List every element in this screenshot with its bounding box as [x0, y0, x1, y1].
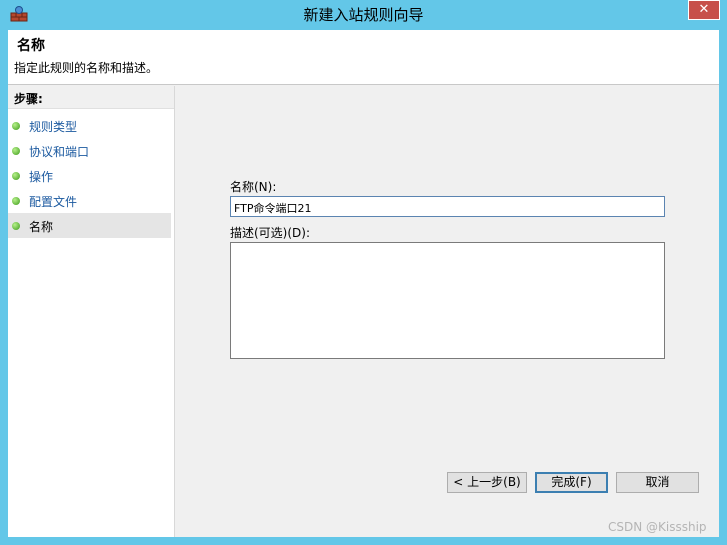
step-status-icon — [12, 197, 20, 205]
steps-title: 步骤: — [14, 92, 43, 106]
step-name[interactable]: 名称 — [8, 213, 171, 238]
name-input-value: FTP命令端口21 — [234, 202, 312, 215]
step-status-icon — [12, 122, 20, 130]
step-label: 配置文件 — [29, 195, 78, 209]
step-rule-type[interactable]: 规则类型 — [8, 113, 171, 138]
step-label: 协议和端口 — [29, 145, 90, 159]
window-title: 新建入站规则向导 — [303, 6, 424, 24]
step-protocol-ports[interactable]: 协议和端口 — [8, 138, 171, 163]
step-profile[interactable]: 配置文件 — [8, 188, 171, 213]
name-input[interactable]: FTP命令端口21 — [230, 196, 665, 217]
step-action[interactable]: 操作 — [8, 163, 171, 188]
step-label: 名称 — [29, 220, 54, 234]
name-label: 名称(N): — [230, 180, 277, 194]
wizard-body: 名称 指定此规则的名称和描述。 步骤: 规则类型 协议和端口 操作 配置文件 名… — [8, 30, 719, 537]
step-status-icon — [12, 147, 20, 155]
steps-panel: 步骤: 规则类型 协议和端口 操作 配置文件 名称 — [8, 86, 175, 537]
finish-button[interactable]: 完成(F) — [535, 472, 608, 493]
close-button[interactable]: ✕ — [688, 0, 720, 20]
step-status-icon — [12, 222, 20, 230]
description-input[interactable] — [230, 242, 665, 359]
form-area: 名称(N): FTP命令端口21 描述(可选)(D): — [175, 86, 719, 537]
title-bar: 新建入站规则向导 ✕ — [0, 0, 727, 30]
wizard-window: 新建入站规则向导 ✕ 名称 指定此规则的名称和描述。 步骤: 规则类型 协议和端… — [0, 0, 727, 545]
watermark: CSDN @Kissship — [608, 520, 707, 534]
description-label: 描述(可选)(D): — [230, 226, 311, 240]
cancel-button[interactable]: 取消 — [616, 472, 699, 493]
back-button[interactable]: < 上一步(B) — [447, 472, 527, 493]
page-title: 名称 — [17, 38, 45, 54]
page-description: 指定此规则的名称和描述。 — [14, 61, 159, 75]
step-label: 操作 — [29, 170, 54, 184]
steps-header: 步骤: — [8, 86, 174, 109]
page-header: 名称 指定此规则的名称和描述。 — [8, 30, 719, 85]
step-status-icon — [12, 172, 20, 180]
step-label: 规则类型 — [29, 120, 78, 134]
